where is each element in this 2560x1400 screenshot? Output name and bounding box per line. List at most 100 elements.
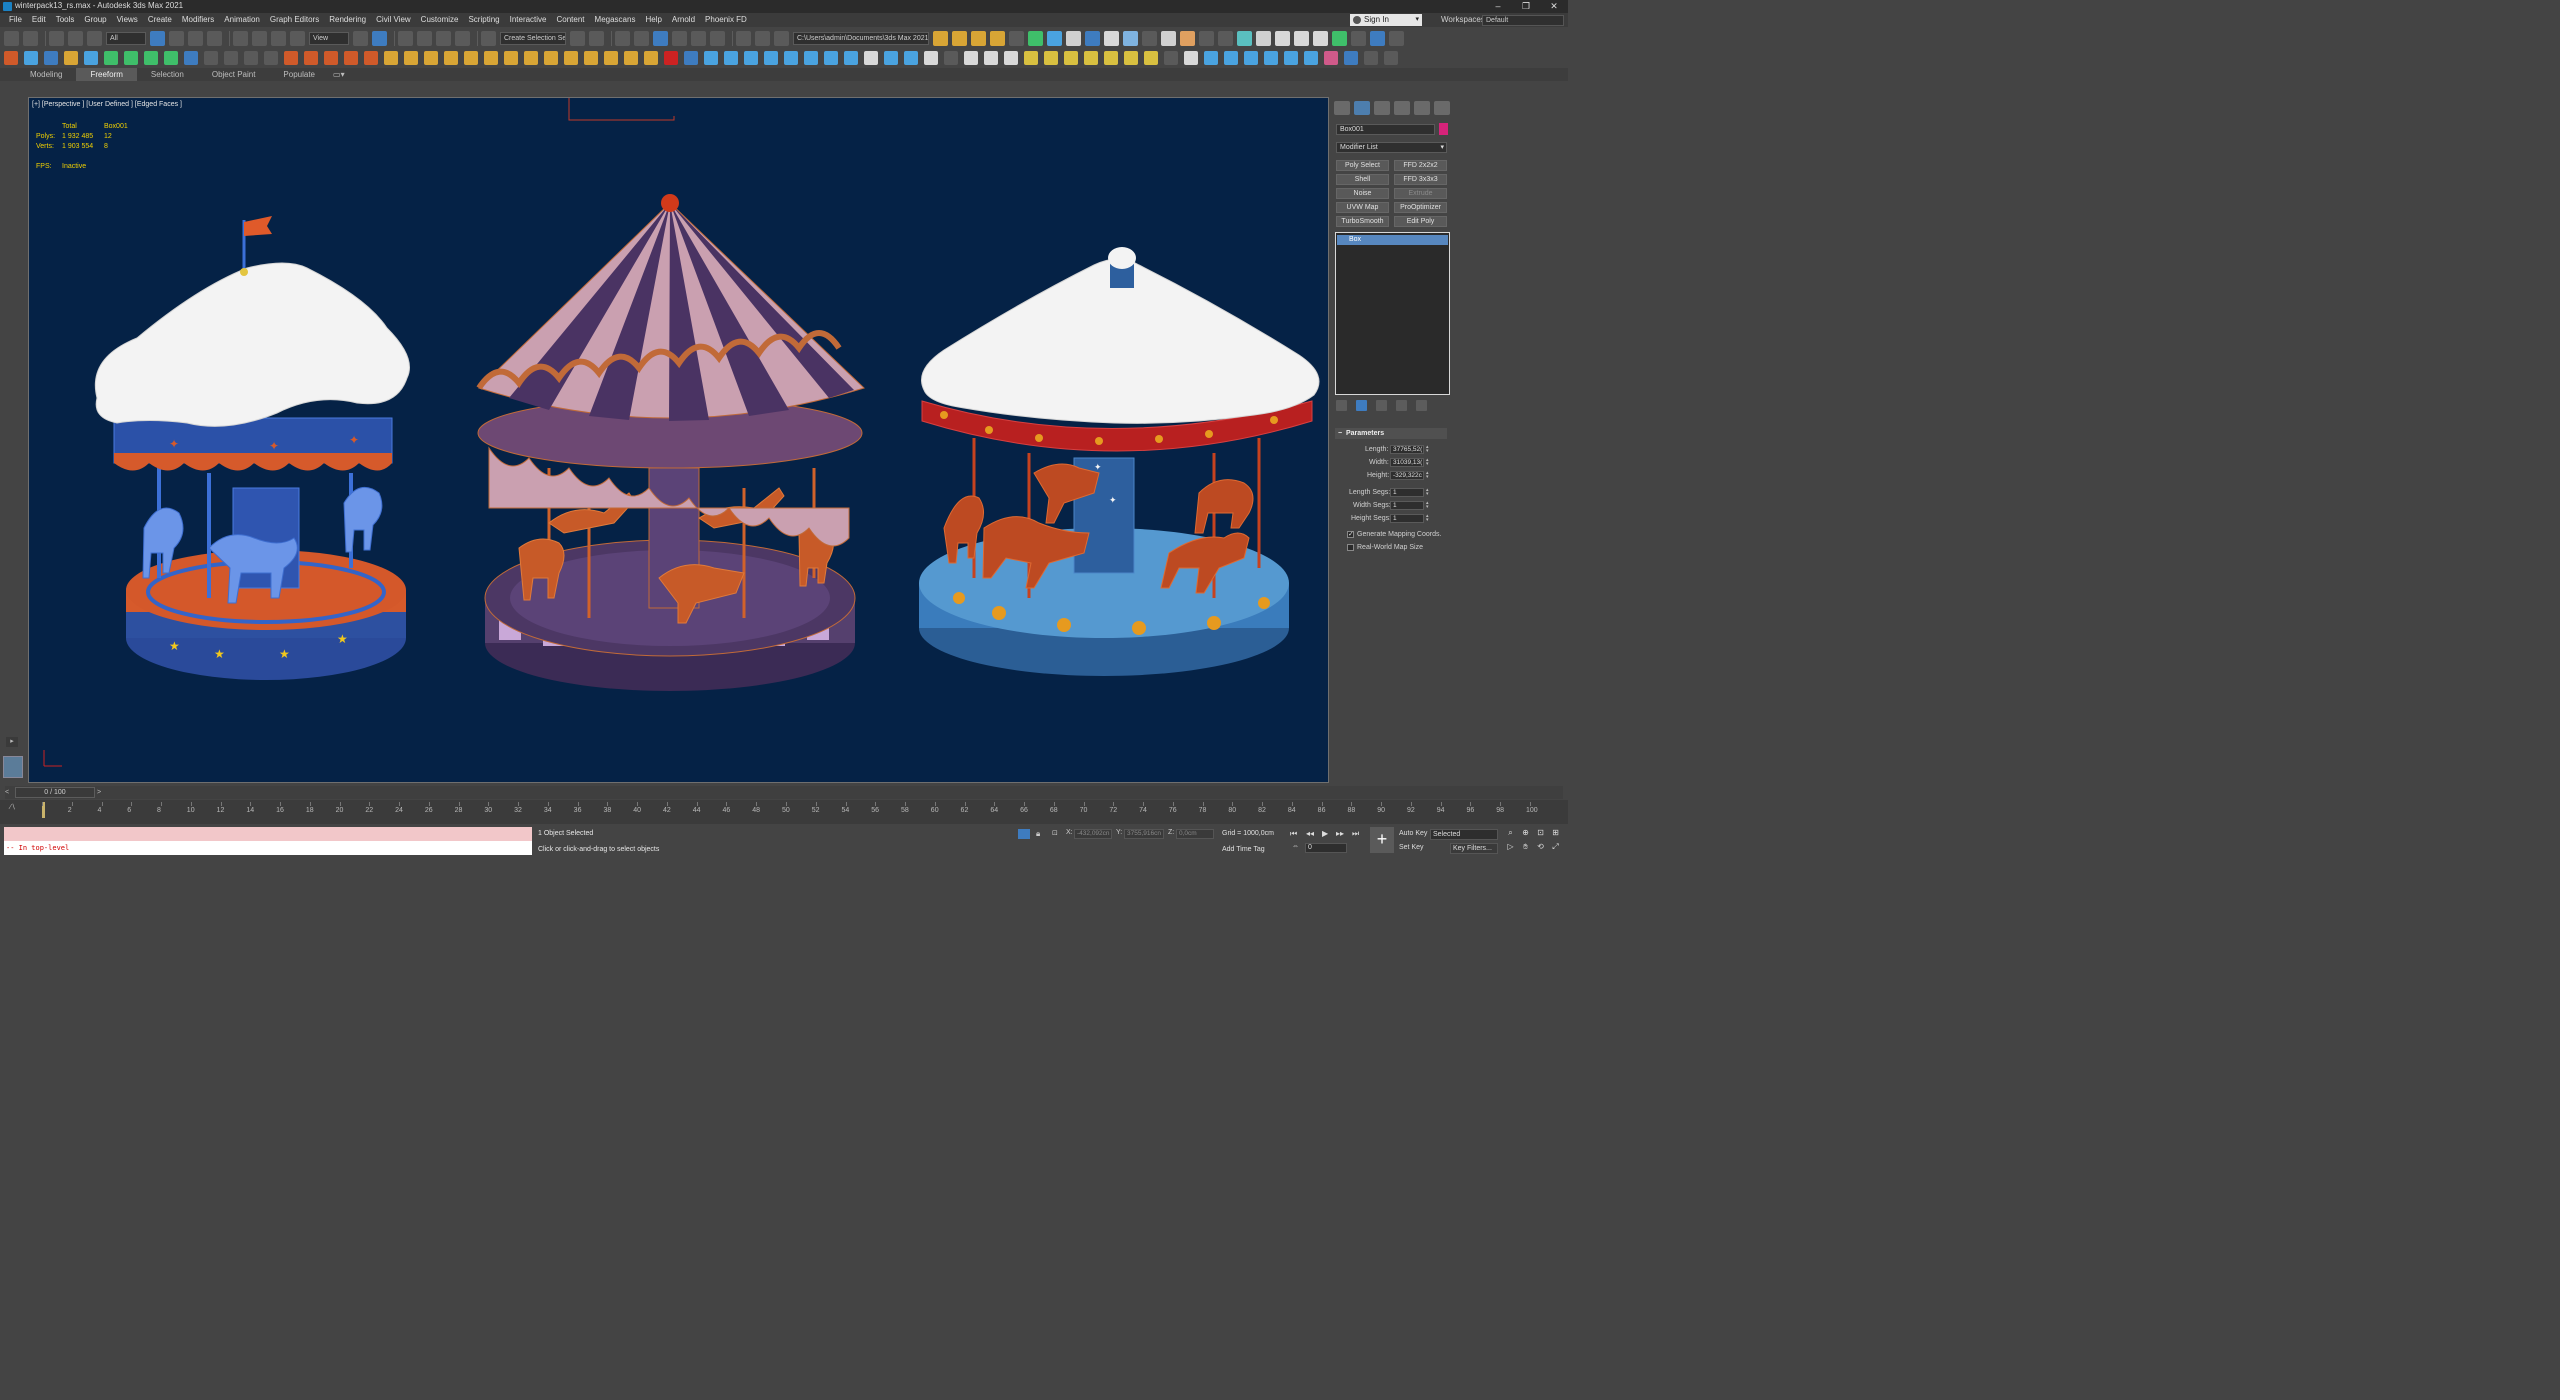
undo-icon[interactable] [4, 30, 19, 46]
menu-edit[interactable]: Edit [27, 13, 51, 27]
menu-tools[interactable]: Tools [51, 13, 80, 27]
modifier-button-uvw-map[interactable]: UVW Map [1336, 202, 1389, 213]
material-editor-icon[interactable] [710, 30, 725, 46]
configure-sets-icon[interactable] [1416, 400, 1427, 411]
select-object-icon[interactable] [150, 30, 165, 46]
plugin-tool-16-icon[interactable] [304, 51, 318, 65]
plugin-tool-62-icon[interactable] [1224, 51, 1238, 65]
modifier-button-edit-poly[interactable]: Edit Poly [1394, 216, 1447, 227]
extension-tool-8-icon[interactable] [1066, 30, 1081, 46]
real-world-map-checkbox[interactable] [1347, 544, 1354, 551]
plugin-tool-1-icon[interactable] [4, 51, 18, 65]
plugin-tool-7-icon[interactable] [124, 51, 138, 65]
plugin-tool-43-icon[interactable] [844, 51, 858, 65]
redo-icon[interactable] [23, 30, 38, 46]
remove-modifier-icon[interactable] [1396, 400, 1407, 411]
time-slider-thumb[interactable]: 0 / 100 [15, 787, 95, 798]
viewport-layout-button[interactable] [3, 756, 23, 778]
spinner-icon[interactable]: ▴ ▾ [1426, 471, 1432, 480]
menu-modifiers[interactable]: Modifiers [177, 13, 219, 27]
play-icon[interactable]: ▶ [1322, 829, 1328, 838]
plugin-tool-46-icon[interactable] [904, 51, 918, 65]
extension-tool-12-icon[interactable] [1142, 30, 1157, 46]
plugin-tool-60-icon[interactable] [1184, 51, 1198, 65]
plugin-tool-63-icon[interactable] [1244, 51, 1258, 65]
plugin-tool-55-icon[interactable] [1084, 51, 1098, 65]
add-time-tag[interactable]: Add Time Tag [1222, 846, 1265, 853]
object-name-field[interactable]: Box001 [1336, 124, 1435, 135]
window-crossing-icon[interactable] [207, 30, 222, 46]
plugin-tool-22-icon[interactable] [424, 51, 438, 65]
modify-tab-icon[interactable] [1354, 101, 1370, 115]
plugin-tool-35-icon[interactable] [684, 51, 698, 65]
maxscript-input[interactable] [4, 827, 532, 841]
angle-snap-icon[interactable] [417, 30, 432, 46]
ribbon-options-icon[interactable]: ▭▾ [329, 68, 349, 81]
extension-tool-22-icon[interactable] [1332, 30, 1347, 46]
plugin-tool-54-icon[interactable] [1064, 51, 1078, 65]
plugin-tool-4-icon[interactable] [64, 51, 78, 65]
field-of-view-icon[interactable]: ▷ [1505, 842, 1516, 852]
ribbon-tab-modeling[interactable]: Modeling [16, 68, 76, 81]
plugin-tool-49-icon[interactable] [964, 51, 978, 65]
spinner-icon[interactable]: ▴ ▾ [1426, 501, 1432, 510]
plugin-tool-27-icon[interactable] [524, 51, 538, 65]
set-key-icon[interactable]: + [1370, 827, 1394, 853]
plugin-tool-21-icon[interactable] [404, 51, 418, 65]
extension-tool-7-icon[interactable] [1047, 30, 1062, 46]
plugin-tool-15-icon[interactable] [284, 51, 298, 65]
plugin-tool-38-icon[interactable] [744, 51, 758, 65]
length-segs-field[interactable]: 1 [1390, 488, 1424, 497]
extension-tool-19-icon[interactable] [1275, 30, 1290, 46]
curve-editor-icon[interactable] [672, 30, 687, 46]
menu-group[interactable]: Group [79, 13, 111, 27]
display-tab-icon[interactable] [1414, 101, 1430, 115]
plugin-tool-58-icon[interactable] [1144, 51, 1158, 65]
move-icon[interactable] [233, 30, 248, 46]
plugin-tool-6-icon[interactable] [104, 51, 118, 65]
hierarchy-tab-icon[interactable] [1374, 101, 1390, 115]
select-manipulate-icon[interactable] [372, 30, 387, 46]
time-slider[interactable]: < 0 / 100 > [5, 786, 1563, 799]
project-folder-dropdown[interactable]: C:\Users\admin\Documents\3ds Max 2021 [793, 31, 929, 45]
go-to-start-icon[interactable]: ⏮ [1290, 829, 1297, 839]
plugin-tool-24-icon[interactable] [464, 51, 478, 65]
scale-icon[interactable] [271, 30, 286, 46]
expand-arrow-icon[interactable]: ▸ [6, 737, 18, 747]
menu-create[interactable]: Create [143, 13, 177, 27]
modifier-list-dropdown[interactable]: Modifier List ▾ [1336, 142, 1447, 153]
schematic-view-icon[interactable] [691, 30, 706, 46]
menu-file[interactable]: File [4, 13, 27, 27]
extension-tool-6-icon[interactable] [1028, 30, 1043, 46]
plugin-tool-2-icon[interactable] [24, 51, 38, 65]
plugin-tool-17-icon[interactable] [324, 51, 338, 65]
plugin-tool-57-icon[interactable] [1124, 51, 1138, 65]
menu-customize[interactable]: Customize [416, 13, 464, 27]
extension-tool-1-icon[interactable] [933, 30, 948, 46]
layer-explorer-icon[interactable] [634, 30, 649, 46]
render-icon[interactable] [774, 30, 789, 46]
ribbon-tab-object-paint[interactable]: Object Paint [198, 68, 270, 81]
plugin-tool-11-icon[interactable] [204, 51, 218, 65]
modifier-button-poly-select[interactable]: Poly Select [1336, 160, 1389, 171]
motion-tab-icon[interactable] [1394, 101, 1410, 115]
plugin-tool-23-icon[interactable] [444, 51, 458, 65]
menu-scripting[interactable]: Scripting [463, 13, 504, 27]
maxscript-listener[interactable]: -- In top-level [4, 827, 532, 855]
go-to-end-icon[interactable]: ⏭ [1352, 829, 1359, 839]
plugin-tool-41-icon[interactable] [804, 51, 818, 65]
extension-tool-21-icon[interactable] [1313, 30, 1328, 46]
zoom-extents-icon[interactable]: ⊡ [1535, 828, 1546, 838]
chevron-right-icon[interactable]: > [97, 786, 101, 799]
curve-editor-toggle-icon[interactable]: ⁄∖ [10, 803, 16, 811]
extension-tool-5-icon[interactable] [1009, 30, 1024, 46]
isolate-selection-icon[interactable] [1018, 829, 1030, 839]
menu-content[interactable]: Content [552, 13, 590, 27]
percent-snap-icon[interactable] [436, 30, 451, 46]
plugin-tool-36-icon[interactable] [704, 51, 718, 65]
menu-civil-view[interactable]: Civil View [371, 13, 416, 27]
plugin-tool-8-icon[interactable] [144, 51, 158, 65]
align-icon[interactable] [589, 30, 604, 46]
extension-tool-15-icon[interactable] [1199, 30, 1214, 46]
modifier-stack[interactable]: Box [1335, 232, 1450, 395]
